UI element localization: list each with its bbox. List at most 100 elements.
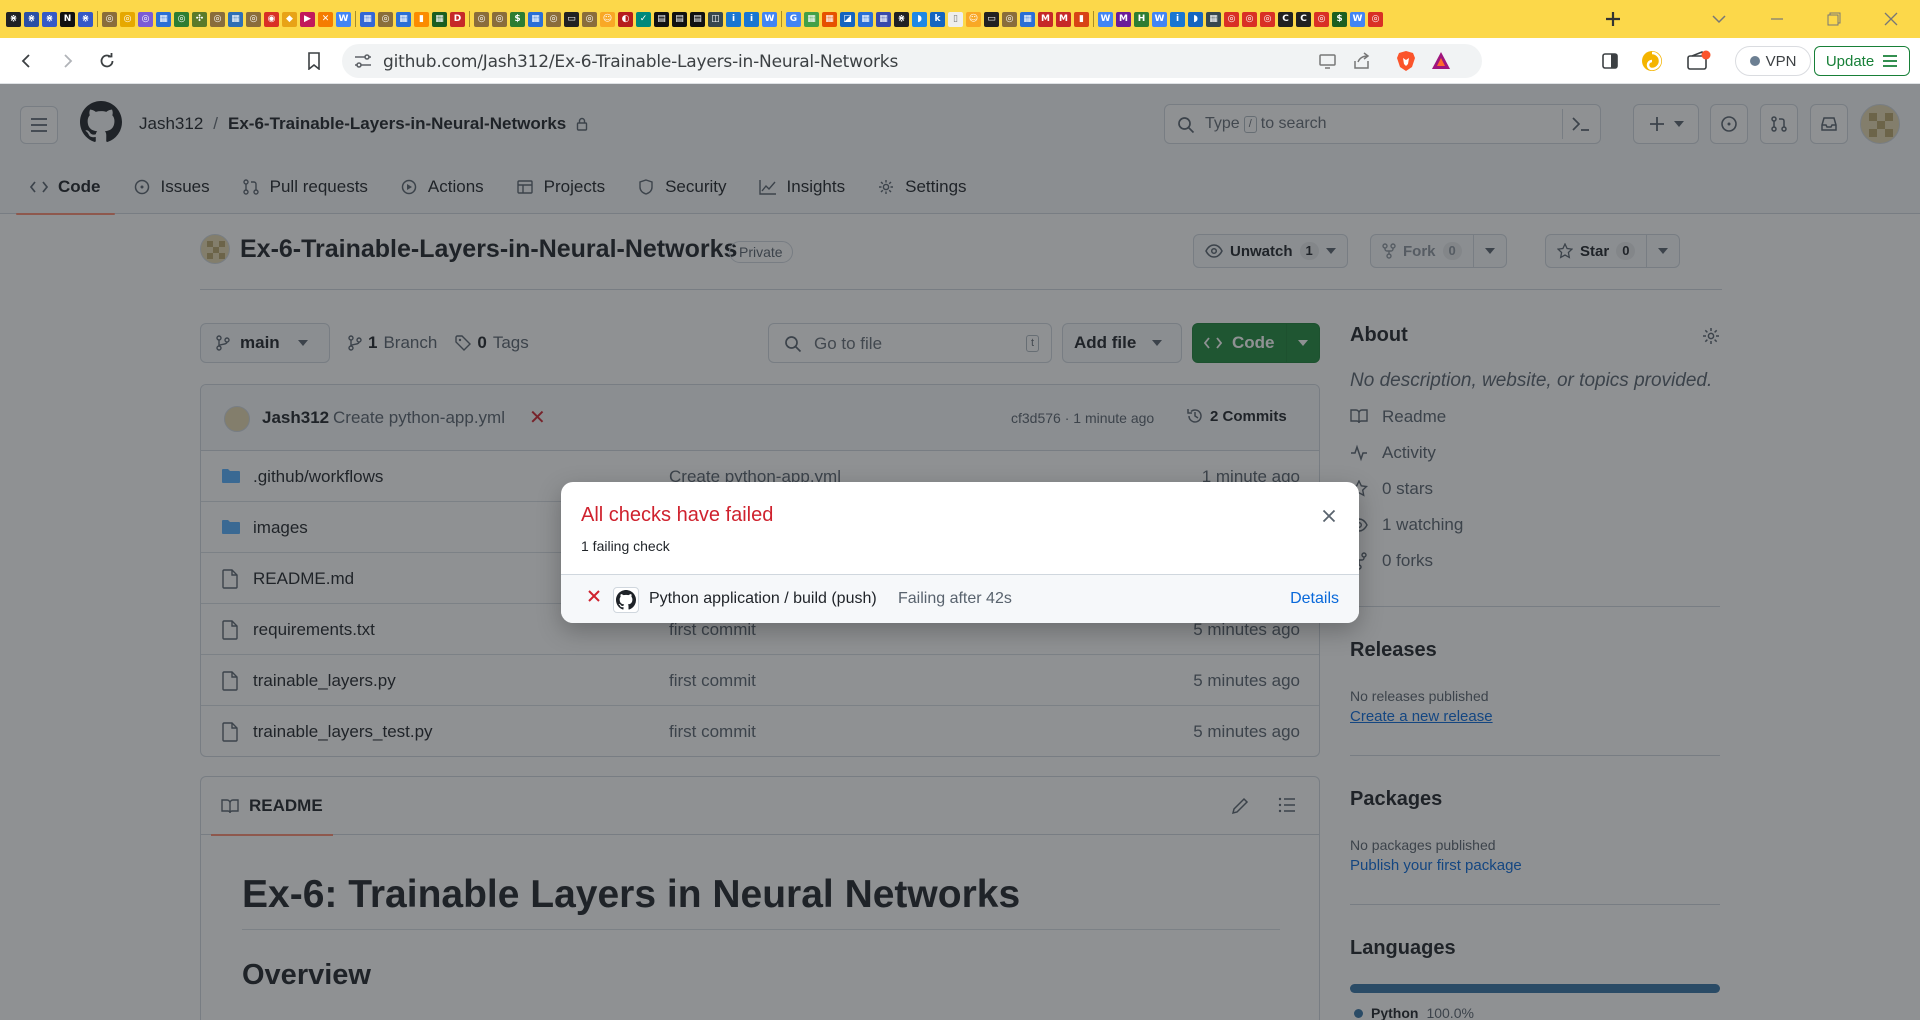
tab-favicon-icon[interactable]: i bbox=[744, 11, 759, 27]
tab-favicon-icon[interactable]: ◗ bbox=[1188, 11, 1203, 27]
tab-favicon-icon[interactable]: ▤ bbox=[672, 11, 687, 27]
tab-favicon-icon[interactable]: C bbox=[1278, 11, 1293, 27]
close-icon bbox=[1322, 509, 1336, 523]
tab-favicon-icon[interactable]: M bbox=[1116, 11, 1131, 27]
tab-favicon-icon[interactable]: ✣ bbox=[192, 11, 207, 27]
tab-favicon-icon[interactable]: ▤ bbox=[690, 11, 705, 27]
back-button[interactable] bbox=[13, 47, 41, 75]
vpn-button[interactable]: VPN bbox=[1735, 46, 1811, 76]
tab-favicon-icon[interactable]: ▮ bbox=[414, 11, 429, 27]
bookmark-button[interactable] bbox=[300, 47, 328, 75]
tab-favicon-icon[interactable]: ◎ bbox=[102, 11, 117, 27]
tab-favicon-icon[interactable]: ◎ bbox=[1314, 11, 1329, 27]
tab-favicon-icon[interactable]: ⋇ bbox=[6, 11, 21, 27]
wallet-button[interactable] bbox=[1685, 47, 1713, 75]
tab-favicon-icon[interactable]: ▦ bbox=[1020, 11, 1035, 27]
tab-favicon-icon[interactable]: ▦ bbox=[396, 11, 411, 27]
tab-favicon-icon[interactable]: ◎ bbox=[1260, 11, 1275, 27]
minimize-button[interactable] bbox=[1763, 6, 1791, 32]
cast-icon[interactable] bbox=[1318, 52, 1338, 70]
tab-favicon-icon[interactable]: ⋇ bbox=[42, 11, 57, 27]
tab-favicon-icon[interactable]: G bbox=[786, 11, 801, 27]
extension-button[interactable] bbox=[1638, 47, 1666, 75]
tab-favicon-icon[interactable]: ◎ bbox=[246, 11, 261, 27]
tab-favicon-icon[interactable]: ◎ bbox=[1224, 11, 1239, 27]
tab-favicon-icon[interactable]: ◎ bbox=[492, 11, 507, 27]
tab-favicon-icon[interactable]: ▮ bbox=[1074, 11, 1089, 27]
tab-favicon-icon[interactable]: ◎ bbox=[210, 11, 225, 27]
tab-favicon-icon[interactable]: ▦ bbox=[1206, 11, 1221, 27]
tab-favicon-icon[interactable]: ▦ bbox=[858, 11, 873, 27]
tab-favicon-icon[interactable]: ◎ bbox=[474, 11, 489, 27]
share-icon[interactable] bbox=[1352, 52, 1372, 70]
tab-favicon-icon[interactable]: ◎ bbox=[1368, 11, 1383, 27]
tab-favicon-icon[interactable]: ◎ bbox=[546, 11, 561, 27]
tab-favicon-icon[interactable]: ✓ bbox=[636, 11, 651, 27]
tab-favicon-icon[interactable]: ◫ bbox=[708, 11, 723, 27]
tab-favicon-icon[interactable]: M bbox=[1056, 11, 1071, 27]
tab-favicon-icon[interactable]: ◉ bbox=[264, 11, 279, 27]
tab-favicon-icon[interactable]: ▦ bbox=[876, 11, 891, 27]
url-text[interactable]: github.com/Jash312/Ex-6-Trainable-Layers… bbox=[383, 52, 898, 72]
tab-favicon-icon[interactable]: ◎ bbox=[174, 11, 189, 27]
new-tab-button[interactable] bbox=[1598, 5, 1628, 33]
tab-favicon-icon[interactable]: ▦ bbox=[432, 11, 447, 27]
tab-favicon-icon[interactable]: ▯ bbox=[948, 11, 963, 27]
tab-favicon-icon[interactable]: ▦ bbox=[228, 11, 243, 27]
tab-favicon-icon[interactable]: k bbox=[930, 11, 945, 27]
site-settings-icon[interactable] bbox=[354, 53, 372, 69]
tab-favicon-icon[interactable]: ◎ bbox=[582, 11, 597, 27]
close-dialog-button[interactable] bbox=[1317, 504, 1341, 528]
tab-favicon-icon[interactable]: ◎ bbox=[138, 11, 153, 27]
tab-favicon-icon[interactable]: ✕ bbox=[318, 11, 333, 27]
tab-favicon-icon[interactable]: M bbox=[1038, 11, 1053, 27]
tab-favicon-icon[interactable]: ▦ bbox=[156, 11, 171, 27]
tab-favicon-icon[interactable]: ☺ bbox=[600, 11, 615, 27]
tab-favicon-icon[interactable]: ◗ bbox=[912, 11, 927, 27]
tab-favicon-icon[interactable]: ◎ bbox=[120, 11, 135, 27]
tab-favicon-icon[interactable]: ▤ bbox=[654, 11, 669, 27]
tab-favicon-icon[interactable]: $ bbox=[1332, 11, 1347, 27]
sidebar-toggle-button[interactable] bbox=[1596, 47, 1624, 75]
tab-favicon-icon[interactable]: ⋇ bbox=[24, 11, 39, 27]
address-bar[interactable]: github.com/Jash312/Ex-6-Trainable-Layers… bbox=[342, 44, 1482, 78]
tab-favicon-icon[interactable]: W bbox=[336, 11, 351, 27]
tab-favicon-icon[interactable]: C bbox=[1296, 11, 1311, 27]
tab-favicon-icon[interactable]: D bbox=[450, 11, 465, 27]
tab-favicon-icon[interactable]: H bbox=[1134, 11, 1149, 27]
tab-favicon-icon[interactable]: $ bbox=[510, 11, 525, 27]
tab-favicon-icon[interactable]: ◐ bbox=[618, 11, 633, 27]
tab-favicon-icon[interactable]: ◪ bbox=[840, 11, 855, 27]
tab-favicon-icon[interactable]: ⋇ bbox=[78, 11, 93, 27]
tab-favicon-icon[interactable]: ▦ bbox=[822, 11, 837, 27]
tab-favicon-icon[interactable]: ☺ bbox=[966, 11, 981, 27]
close-window-button[interactable] bbox=[1877, 6, 1905, 32]
update-button[interactable]: Update bbox=[1814, 46, 1910, 76]
tab-favicon-icon[interactable]: W bbox=[1350, 11, 1365, 27]
forward-button[interactable] bbox=[53, 47, 81, 75]
tab-favicon-icon[interactable]: ◆ bbox=[282, 11, 297, 27]
tab-favicon-icon[interactable]: ◎ bbox=[1002, 11, 1017, 27]
tab-favicon-icon[interactable]: ▦ bbox=[360, 11, 375, 27]
checks-dialog: All checks have failed 1 failing check P… bbox=[561, 482, 1359, 623]
tab-favicon-icon[interactable]: i bbox=[726, 11, 741, 27]
tab-favicon-icon[interactable]: ⋇ bbox=[894, 11, 909, 27]
restore-button[interactable] bbox=[1820, 6, 1848, 32]
tab-favicon-icon[interactable]: ▭ bbox=[984, 11, 999, 27]
tab-favicon-icon[interactable]: ▦ bbox=[528, 11, 543, 27]
reload-button[interactable] bbox=[93, 47, 121, 75]
tab-favicon-icon[interactable]: W bbox=[1152, 11, 1167, 27]
tab-search-button[interactable] bbox=[1705, 6, 1733, 32]
tab-favicon-icon[interactable]: ▶ bbox=[300, 11, 315, 27]
tab-favicon-icon[interactable]: ▦ bbox=[804, 11, 819, 27]
tab-favicon-icon[interactable]: ◎ bbox=[1242, 11, 1257, 27]
tab-favicon-icon[interactable]: W bbox=[1098, 11, 1113, 27]
tab-favicon-icon[interactable]: ◎ bbox=[378, 11, 393, 27]
check-details-link[interactable]: Details bbox=[1290, 590, 1339, 608]
brave-shields-icon[interactable] bbox=[1395, 50, 1417, 72]
tab-favicon-icon[interactable]: W bbox=[762, 11, 777, 27]
brave-rewards-icon[interactable] bbox=[1430, 50, 1452, 72]
tab-favicon-icon[interactable]: i bbox=[1170, 11, 1185, 27]
tab-favicon-icon[interactable]: N bbox=[60, 11, 75, 27]
tab-favicon-icon[interactable]: ▭ bbox=[564, 11, 579, 27]
